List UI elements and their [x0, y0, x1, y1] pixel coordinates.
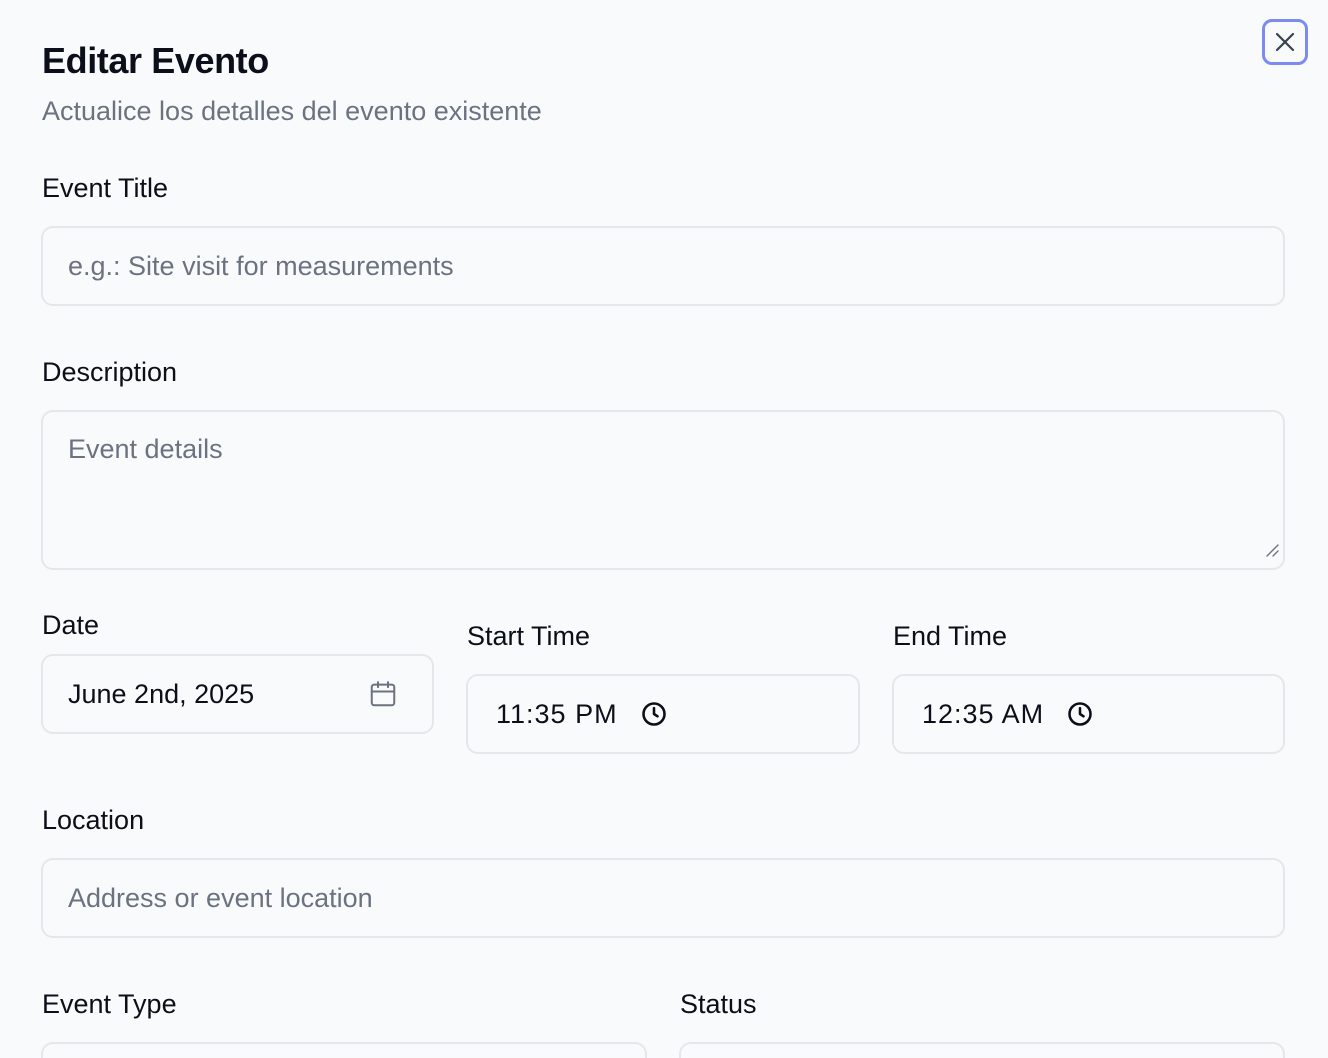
- description-placeholder: Event details: [68, 434, 223, 464]
- date-value: June 2nd, 2025: [68, 678, 255, 709]
- description-textarea[interactable]: Event details: [41, 410, 1285, 570]
- close-button[interactable]: [1262, 19, 1308, 65]
- event-type-select[interactable]: [41, 1042, 647, 1058]
- event-type-label: Event Type: [42, 989, 177, 1019]
- event-title-label: Event Title: [42, 173, 169, 203]
- start-time-input[interactable]: 11:35 PM: [466, 674, 860, 754]
- date-label: Date: [42, 610, 100, 640]
- location-label: Location: [42, 805, 145, 835]
- event-title-input[interactable]: e.g.: Site visit for measurements: [41, 226, 1285, 306]
- description-label: Description: [42, 357, 178, 387]
- end-time-label: End Time: [893, 621, 1008, 651]
- event-title-placeholder: e.g.: Site visit for measurements: [68, 250, 454, 281]
- status-label: Status: [680, 989, 757, 1019]
- end-time-input[interactable]: 12:35 AM: [892, 674, 1285, 754]
- date-picker[interactable]: June 2nd, 2025: [41, 654, 434, 734]
- clock-icon[interactable]: [1066, 700, 1094, 728]
- start-time-value: 11:35 PM: [496, 698, 618, 729]
- location-placeholder: Address or event location: [68, 882, 373, 913]
- close-icon: [1273, 30, 1297, 54]
- location-input[interactable]: Address or event location: [41, 858, 1285, 938]
- clock-icon[interactable]: [640, 700, 668, 728]
- start-time-label: Start Time: [467, 621, 591, 651]
- end-time-value: 12:35 AM: [922, 698, 1045, 729]
- dialog-subtitle: Actualice los detalles del evento existe…: [42, 96, 542, 126]
- edit-event-dialog: Editar Evento Actualice los detalles del…: [0, 0, 1328, 1058]
- resize-handle-icon[interactable]: [1264, 534, 1280, 565]
- status-select[interactable]: [679, 1042, 1285, 1058]
- calendar-icon: [368, 679, 398, 709]
- dialog-title: Editar Evento: [42, 40, 269, 81]
